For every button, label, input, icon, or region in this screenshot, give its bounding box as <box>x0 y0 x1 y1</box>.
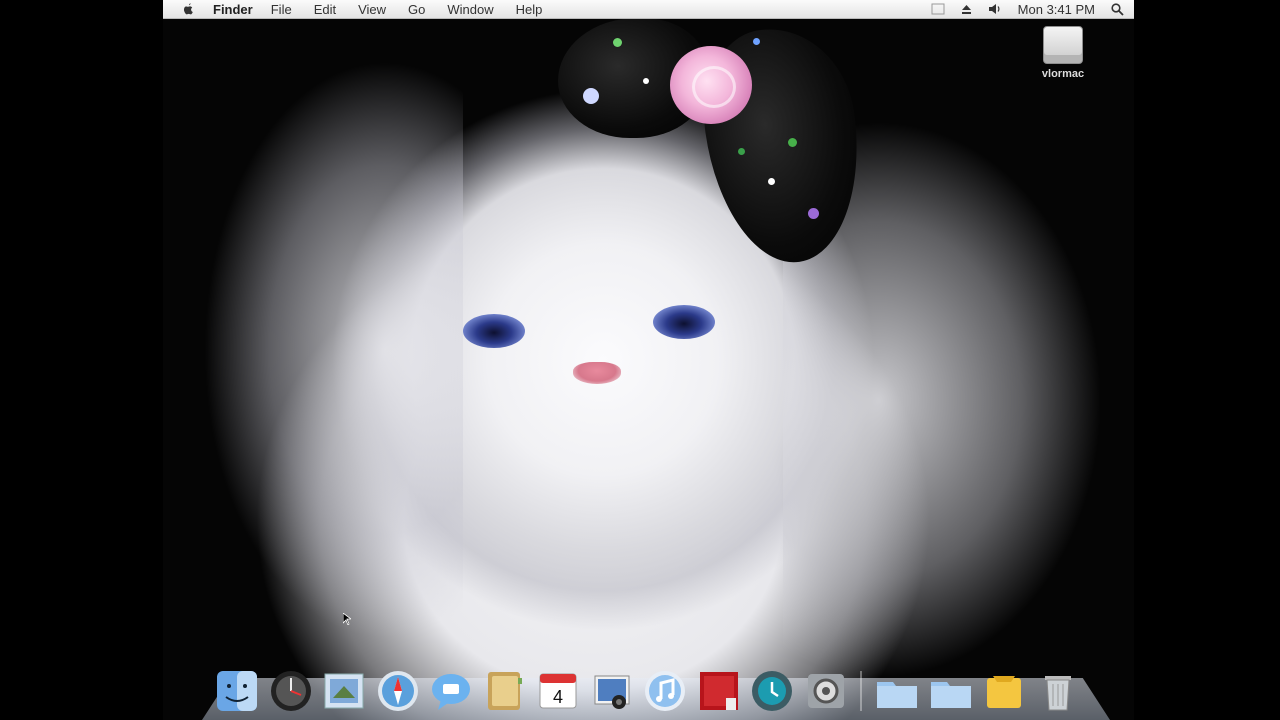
dock: 4 <box>202 648 1110 720</box>
iphoto-icon[interactable] <box>589 668 635 714</box>
cat-nose <box>573 362 621 384</box>
hard-drive-desktop-icon[interactable]: vlormac <box>1035 26 1091 80</box>
hard-drive-icon <box>1043 26 1083 64</box>
safari-icon[interactable] <box>375 668 421 714</box>
ical-day-label: 4 <box>553 687 563 707</box>
photo-booth-icon[interactable] <box>696 668 742 714</box>
mouse-pointer-icon <box>343 613 351 625</box>
system-preferences-icon[interactable] <box>803 668 849 714</box>
spaces-icon[interactable] <box>931 3 945 15</box>
app-name-finder[interactable]: Finder <box>213 2 253 17</box>
hard-drive-label: vlormac <box>1041 68 1085 80</box>
menu-go[interactable]: Go <box>408 2 425 17</box>
menu-clock[interactable]: Mon 3:41 PM <box>1018 2 1095 17</box>
volume-icon[interactable] <box>988 3 1002 15</box>
desktop-wallpaper <box>163 0 1134 720</box>
address-book-icon[interactable] <box>482 668 528 714</box>
spotlight-search-icon[interactable] <box>1111 2 1124 16</box>
applications-stack-icon[interactable] <box>874 668 920 714</box>
apple-menu-icon[interactable] <box>181 2 195 16</box>
dock-separator <box>860 671 862 711</box>
menu-file[interactable]: File <box>271 2 292 17</box>
downloads-stack-icon[interactable] <box>981 668 1027 714</box>
documents-stack-icon[interactable] <box>928 668 974 714</box>
menu-bar: Finder File Edit View Go Window Help Mon… <box>163 0 1134 19</box>
wallpaper-fur-left <box>203 60 463 640</box>
time-machine-icon[interactable] <box>749 668 795 714</box>
trash-icon[interactable] <box>1035 668 1081 714</box>
sequin-bow <box>558 18 874 273</box>
menu-help[interactable]: Help <box>516 2 543 17</box>
menu-edit[interactable]: Edit <box>314 2 336 17</box>
ical-icon[interactable]: 4 <box>535 668 581 714</box>
cat-eye-right <box>653 305 715 339</box>
itunes-icon[interactable] <box>642 668 688 714</box>
eject-icon[interactable] <box>961 4 972 15</box>
menu-view[interactable]: View <box>358 2 386 17</box>
ichat-icon[interactable] <box>428 668 474 714</box>
menu-window[interactable]: Window <box>447 2 493 17</box>
mail-icon[interactable] <box>321 668 367 714</box>
finder-icon[interactable] <box>214 668 260 714</box>
cat-eye-left <box>463 314 525 348</box>
dashboard-icon[interactable] <box>268 668 314 714</box>
